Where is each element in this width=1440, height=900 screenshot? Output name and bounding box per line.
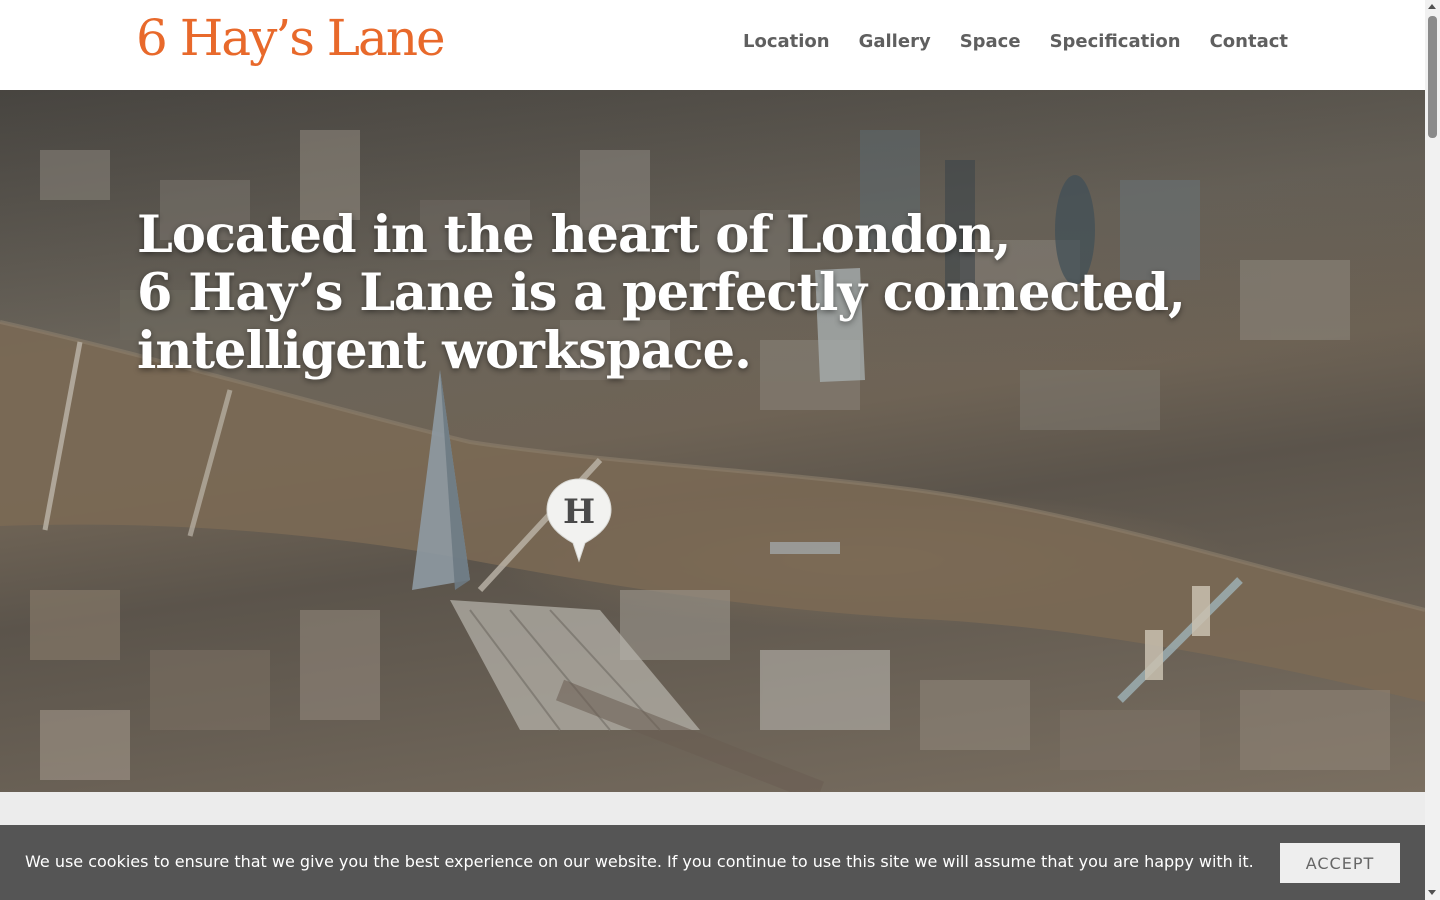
nav-contact[interactable]: Contact [1210,30,1288,54]
map-pin-letter: H [563,492,595,532]
hero-aerial-image: Located in the heart of London, 6 Hay’s … [0,90,1425,792]
main-nav: Location Gallery Space Specification Con… [743,30,1288,54]
hero-headline: Located in the heart of London, 6 Hay’s … [137,206,1237,380]
nav-location[interactable]: Location [743,30,830,54]
location-pin-icon[interactable]: H [545,477,613,563]
site-header: 6 Hay’s Lane Location Gallery Space Spec… [0,0,1425,90]
cookie-message: We use cookies to ensure that we give yo… [25,852,1254,871]
hero-headline-line-2: 6 Hay’s Lane is a perfectly connected, [137,263,1186,323]
scroll-down-arrow-icon[interactable] [1425,885,1440,900]
hero-headline-line-1: Located in the heart of London, [137,205,1011,265]
page: 6 Hay’s Lane Location Gallery Space Spec… [0,0,1425,900]
cookie-consent-bar: We use cookies to ensure that we give yo… [0,825,1425,900]
nav-space[interactable]: Space [960,30,1021,54]
hero-headline-line-3: intelligent workspace. [137,321,752,381]
nav-specification[interactable]: Specification [1050,30,1181,54]
cookie-accept-button[interactable]: ACCEPT [1280,843,1400,883]
scrollbar-thumb[interactable] [1428,16,1437,138]
site-logo[interactable]: 6 Hay’s Lane [136,8,446,68]
vertical-scrollbar[interactable] [1425,0,1440,900]
scroll-up-arrow-icon[interactable] [1425,0,1440,15]
nav-gallery[interactable]: Gallery [859,30,931,54]
aerial-city-illustration [0,130,1425,792]
